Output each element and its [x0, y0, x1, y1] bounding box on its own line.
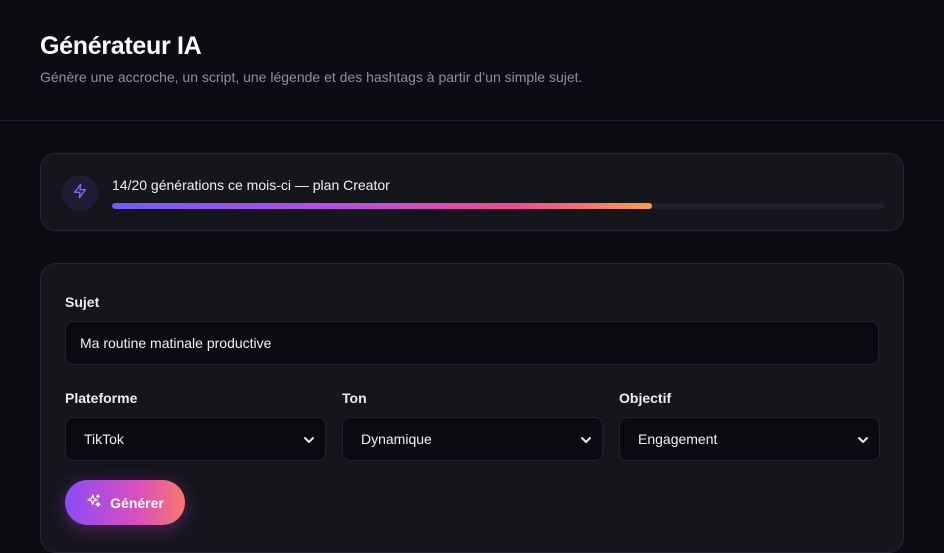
goal-select-value: Engagement — [638, 431, 718, 447]
usage-card: 14/20 générations ce mois-ci — plan Crea… — [40, 153, 904, 231]
goal-label: Objectif — [619, 390, 672, 406]
page-header: Générateur IA Génère une accroche, un sc… — [0, 0, 944, 121]
chevron-down-icon — [303, 433, 315, 445]
subject-input[interactable] — [65, 321, 879, 365]
chevron-down-icon — [580, 433, 592, 445]
goal-select[interactable]: Engagement — [619, 417, 880, 461]
usage-text: 14/20 générations ce mois-ci — plan Crea… — [112, 177, 390, 193]
platform-select[interactable]: TikTok — [65, 417, 326, 461]
page-title: Générateur IA — [40, 32, 202, 60]
generate-button[interactable]: Générer — [65, 480, 185, 525]
usage-progress-bar — [112, 203, 884, 209]
page-subtitle: Génère une accroche, un script, une lége… — [40, 69, 583, 85]
usage-icon-badge — [62, 175, 98, 211]
tone-label: Ton — [342, 390, 367, 406]
generator-form: Sujet Plateforme TikTok Ton Dynamique Ob… — [40, 263, 904, 553]
lightning-icon — [72, 183, 88, 204]
tone-select[interactable]: Dynamique — [342, 417, 603, 461]
generate-button-label: Générer — [110, 494, 164, 511]
tone-select-value: Dynamique — [361, 431, 432, 447]
chevron-down-icon — [857, 433, 869, 445]
platform-label: Plateforme — [65, 390, 138, 406]
sparkles-icon — [86, 493, 102, 512]
usage-progress-fill — [112, 203, 653, 209]
platform-select-value: TikTok — [84, 431, 124, 447]
subject-label: Sujet — [65, 294, 100, 310]
